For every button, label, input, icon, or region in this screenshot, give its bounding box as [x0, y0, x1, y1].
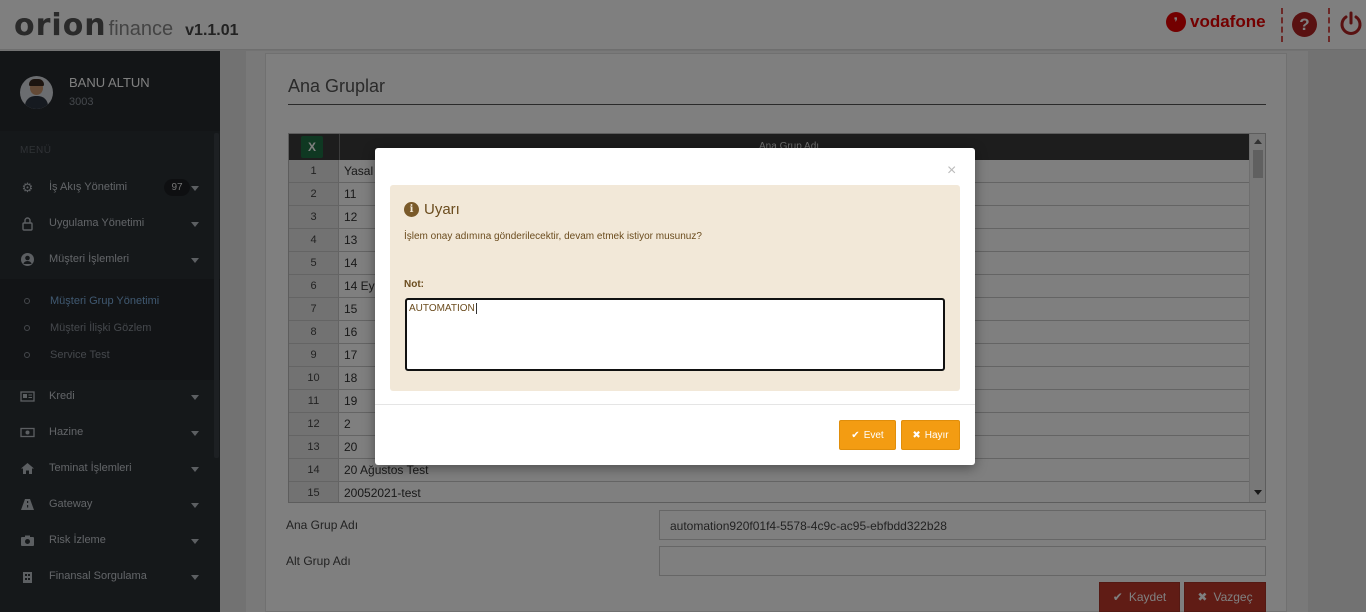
alert-title-text: Uyarı — [424, 201, 460, 218]
no-button-label: Hayır — [924, 429, 949, 441]
alert-message: İşlem onay adımına gönderilecektir, deva… — [404, 231, 702, 242]
no-button[interactable]: ✖ Hayır — [901, 420, 960, 450]
text-cursor — [475, 303, 477, 314]
note-textarea[interactable]: AUTOMATION — [405, 298, 945, 371]
note-label: Not: — [404, 279, 424, 290]
alert-title: i Uyarı — [404, 201, 460, 218]
warning-alert: i Uyarı İşlem onay adımına gönderilecekt… — [390, 185, 960, 391]
check-icon: ✔ — [851, 429, 860, 441]
info-icon: i — [404, 202, 419, 217]
confirm-dialog: × i Uyarı İşlem onay adımına gönderilece… — [375, 148, 975, 465]
note-text: AUTOMATION — [409, 303, 475, 315]
yes-button[interactable]: ✔ Evet — [839, 420, 896, 450]
close-icon: ✖ — [912, 429, 921, 441]
yes-button-label: Evet — [863, 429, 884, 441]
modal-divider — [375, 404, 975, 405]
close-icon[interactable]: × — [947, 162, 956, 180]
